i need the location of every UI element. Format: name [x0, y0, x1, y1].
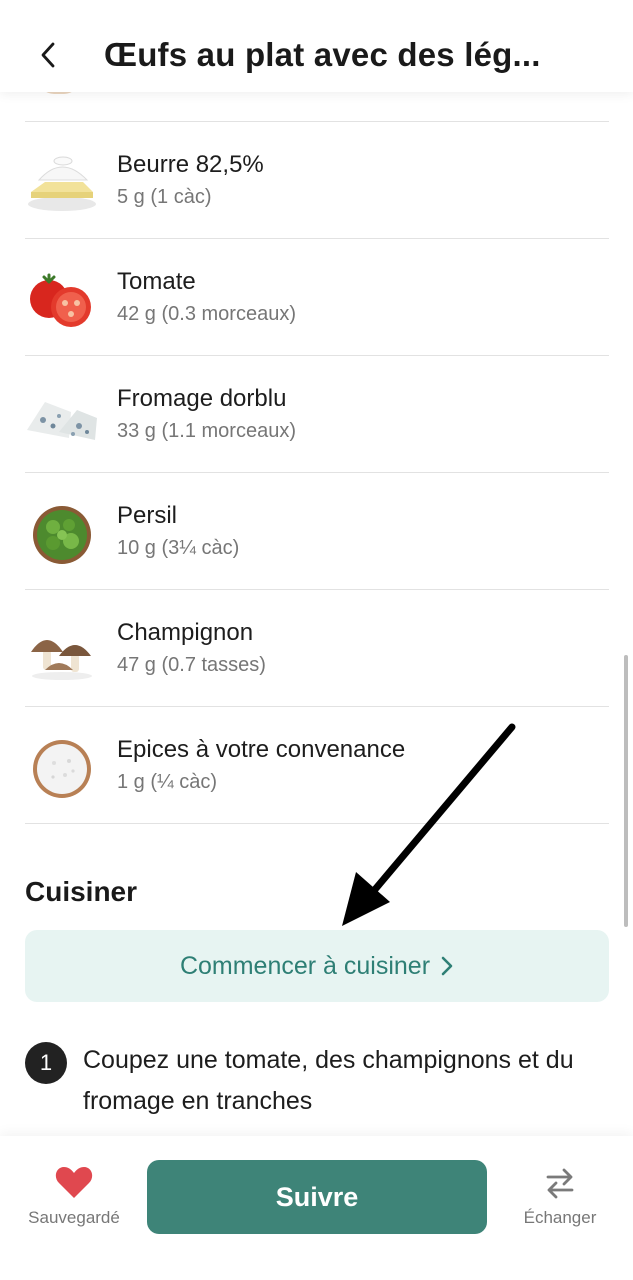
ingredient-name: Tomate: [117, 268, 196, 295]
ingredient-quantity: 1 g (¼ càc): [117, 771, 218, 793]
follow-label: Suivre: [275, 1181, 359, 1212]
ingredient-quantity: 10 g (3¼ càc): [117, 537, 240, 559]
page-title: Œufs au plat avec des lég...: [104, 36, 541, 73]
start-cooking-button[interactable]: Commencer à cuisiner: [25, 930, 609, 1002]
scrollbar[interactable]: [624, 655, 628, 927]
mushroom-image: [25, 620, 99, 684]
top-bar: Œufs au plat avec des lég...: [0, 0, 633, 92]
swap-button[interactable]: Échanger: [505, 1164, 615, 1234]
chevron-left-icon: [41, 42, 55, 68]
ingredient-row[interactable]: Persil 10 g (3¼ càc): [25, 473, 609, 590]
ingredient-quantity: 33 g (1.1 morceaux): [117, 420, 296, 442]
step-text: Coupez une tomate, des champignons et du…: [83, 1046, 574, 1115]
salt-image: [25, 737, 99, 801]
saved-label: Sauvegardé: [28, 1208, 120, 1227]
back-button[interactable]: [28, 32, 68, 78]
start-cooking-label: Commencer à cuisiner: [179, 951, 431, 980]
follow-button[interactable]: Suivre: [147, 1160, 487, 1234]
ingredient-name: Fromage dorblu: [117, 385, 287, 412]
ingredient-quantity: 47 g (0.7 tasses): [117, 654, 266, 676]
ingredient-name: Persil: [117, 502, 178, 529]
bottom-action-bar: Sauvegardé Suivre Échanger: [0, 1136, 633, 1280]
ingredient-quantity: 42 g (0.3 morceaux): [117, 303, 296, 325]
ingredient-row[interactable]: Champignon 47 g (0.7 tasses): [25, 590, 609, 707]
parsley-image: [25, 503, 99, 567]
ingredient-row[interactable]: Tomate 42 g (0.3 morceaux): [25, 239, 609, 356]
butter-image: [25, 152, 99, 216]
swap-arrows-icon: [546, 1168, 574, 1199]
chevron-right-icon: [440, 955, 454, 977]
ingredient-row[interactable]: Fromage dorblu 33 g (1.1 morceaux): [25, 356, 609, 473]
ingredient-name: Beurre 82,5%: [117, 151, 264, 178]
heart-icon: [55, 1167, 93, 1198]
ingredient-list: Beurre 82,5% 5 g (1 càc) Tomate 42 g (0.…: [25, 121, 609, 824]
ingredient-row[interactable]: Epices à votre convenance 1 g (¼ càc): [25, 707, 609, 824]
swap-label: Échanger: [523, 1208, 597, 1227]
blue-cheese-image: [25, 386, 99, 450]
recipe-content[interactable]: Beurre 82,5% 5 g (1 càc) Tomate 42 g (0.…: [0, 92, 633, 1136]
ingredient-name: Champignon: [117, 619, 254, 646]
ingredient-quantity: 5 g (1 càc): [117, 186, 212, 208]
step-number-badge: 1: [25, 1042, 67, 1084]
ingredient-row[interactable]: Beurre 82,5% 5 g (1 càc): [25, 122, 609, 239]
ingredient-name: Epices à votre convenance: [117, 736, 406, 763]
cook-section-title: Cuisiner: [25, 876, 138, 907]
tomato-image: [25, 269, 99, 333]
saved-button[interactable]: Sauvegardé: [14, 1164, 134, 1234]
